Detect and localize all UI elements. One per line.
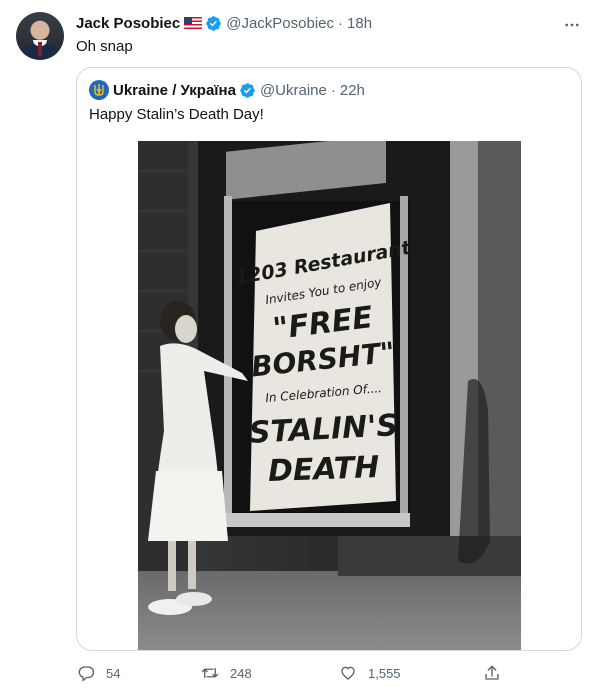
retweet-count: 248 xyxy=(230,665,252,681)
separator-dot: · xyxy=(338,14,344,32)
quoted-tweet-text: Happy Stalin’s Death Day! xyxy=(89,106,264,123)
quoted-author-name[interactable]: Ukraine / Україна xyxy=(113,82,236,99)
svg-text:DEATH: DEATH xyxy=(267,450,379,489)
like-count: 1,555 xyxy=(368,665,401,681)
author-name[interactable]: Jack Posobiec xyxy=(76,15,180,32)
avatar-tie xyxy=(38,42,42,56)
quoted-tweet-photo[interactable]: 1203 Restaurant Invites You to enjoy "FR… xyxy=(138,141,521,650)
reply-icon xyxy=(76,663,96,683)
reply-count: 54 xyxy=(106,665,121,681)
ukraine-trident-icon[interactable] xyxy=(89,80,109,100)
share-icon xyxy=(482,663,502,683)
tweet-timestamp[interactable]: 18h xyxy=(347,15,372,32)
author-handle[interactable]: @JackPosobiec xyxy=(226,15,334,32)
tweet-header: Jack Posobiec @JackPosobiec · 18h xyxy=(76,13,372,33)
share-button[interactable] xyxy=(482,662,502,684)
like-button[interactable]: 1,555 xyxy=(338,662,401,684)
quoted-tweet-timestamp[interactable]: 22h xyxy=(340,82,365,99)
more-options-button[interactable] xyxy=(562,15,582,35)
separator-dot: · xyxy=(330,81,336,99)
quoted-tweet-header: Ukraine / Україна @Ukraine · 22h xyxy=(89,80,365,100)
quoted-author-handle[interactable]: @Ukraine xyxy=(260,82,327,99)
us-flag-icon xyxy=(184,17,203,29)
quoted-tweet-card[interactable]: Ukraine / Україна @Ukraine · 22h Happy S… xyxy=(76,67,582,651)
heart-icon xyxy=(338,663,358,683)
author-avatar[interactable] xyxy=(16,12,64,60)
verified-badge-icon xyxy=(206,15,221,31)
tweet-actions-bar: 54 248 1,555 xyxy=(76,662,582,684)
reply-button[interactable]: 54 xyxy=(76,662,120,684)
retweet-button[interactable]: 248 xyxy=(200,662,252,684)
more-horizontal-icon xyxy=(565,23,579,27)
retweet-icon xyxy=(200,663,220,683)
verified-badge-icon xyxy=(240,82,255,98)
tweet-text: Oh snap xyxy=(76,38,133,55)
